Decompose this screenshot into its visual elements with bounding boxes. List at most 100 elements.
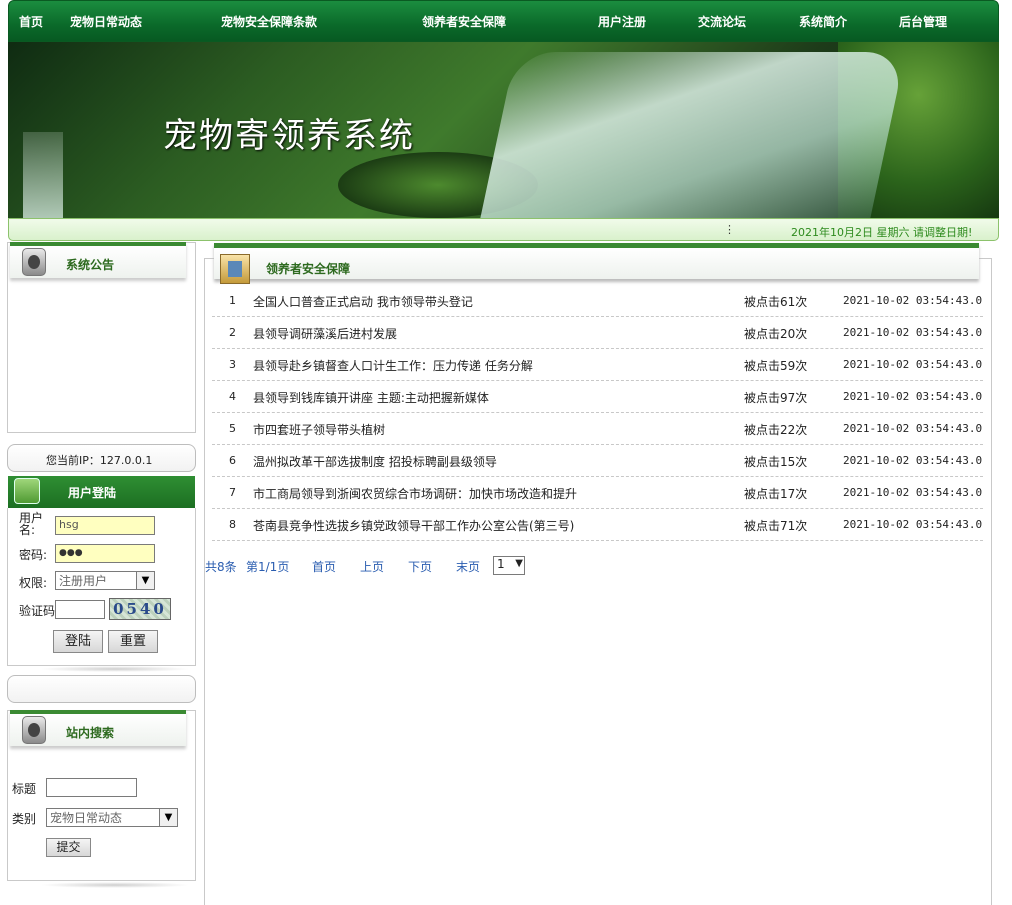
row-title-link[interactable]: 县领导到钱库镇开讲座 主题:主动把握新媒体 [253,389,489,406]
banner-waterfall [480,52,906,218]
row-date: 2021-10-02 03:54:43.0 [843,294,983,307]
username-input[interactable]: hsg [55,516,155,535]
search-category-select[interactable]: 宠物日常动态 ▼ [46,808,178,827]
pager-next-link[interactable]: 下页 [408,558,432,575]
nav-pet-daily[interactable]: 宠物日常动态 [70,13,142,30]
username-label: 用户名: [19,511,44,537]
row-number: 1 [229,294,236,307]
notice-header: 系统公告 [10,242,186,278]
row-date: 2021-10-02 03:54:43.0 [843,422,983,435]
marquee-date: 2021年10月2日 星期六 请调整日期! [791,226,973,239]
table-row: 1 全国人口普查正式启动 我市领导带头登记 被点击61次 2021-10-02 … [212,285,983,317]
page-select-value: 1 [497,557,505,571]
pager-page: 第1/1页 [246,560,290,574]
row-number: 4 [229,390,236,403]
row-date: 2021-10-02 03:54:43.0 [843,486,983,499]
main-title: 领养者安全保障 [266,262,351,276]
password-label: 密码: [19,548,48,562]
row-number: 7 [229,486,236,499]
login-header: 用户登陆 [8,476,195,508]
nav-forum[interactable]: 交流论坛 [698,13,746,30]
row-number: 6 [229,454,236,467]
speaker-icon [22,248,46,276]
password-input[interactable]: ●●● [55,544,155,563]
row-number: 5 [229,422,236,435]
row-clicks: 被点击20次 [744,327,808,341]
row-clicks: 被点击59次 [744,359,808,373]
search-submit-button[interactable]: 提交 [46,838,91,857]
nav-pet-safety-terms[interactable]: 宠物安全保障条款 [221,13,317,30]
speaker-icon [22,716,46,744]
banner: 宠物寄领养系统 [8,42,999,218]
row-clicks: 被点击17次 [744,487,808,501]
nav-admin[interactable]: 后台管理 [899,13,947,30]
table-row: 2 县领导调研藻溪后进村发展 被点击20次 2021-10-02 03:54:4… [212,317,983,349]
table-row: 3 县领导赴乡镇督查人口计生工作：压力传递 任务分解 被点击59次 2021-1… [212,349,983,381]
top-nav: 首页 宠物日常动态 宠物安全保障条款 领养者安全保障 用户注册 交流论坛 系统简… [8,0,999,42]
page-select[interactable]: 1 ▼ [493,556,525,575]
row-number: 2 [229,326,236,339]
ip-box: 您当前IP：127.0.0.1 [7,444,196,472]
divider [40,666,190,672]
row-number: 8 [229,518,236,531]
chevron-down-icon: ▼ [136,572,154,589]
search-header: 站内搜索 [10,710,186,746]
captcha-image[interactable]: 0540 [109,598,171,620]
captcha-input[interactable] [55,600,105,619]
row-title-link[interactable]: 市工商局领导到浙闽农贸综合市场调研：加快市场改造和提升 [253,485,577,502]
row-number: 3 [229,358,236,371]
user-icon [14,478,40,504]
row-title-link[interactable]: 温州拟改革干部选拔制度 招投标聘副县级领导 [253,453,497,470]
row-date: 2021-10-02 03:54:43.0 [843,358,983,371]
site-title: 宠物寄领养系统 [163,116,415,156]
pager-first-link[interactable]: 首页 [312,558,336,575]
row-date: 2021-10-02 03:54:43.0 [843,390,983,403]
row-clicks: 被点击22次 [744,423,808,437]
divider [40,882,190,888]
row-clicks: 被点击61次 [744,295,808,309]
main-header: 领养者安全保障 [214,243,979,284]
captcha-label: 验证码 [19,604,56,618]
table-row: 4 县领导到钱库镇开讲座 主题:主动把握新媒体 被点击97次 2021-10-0… [212,381,983,413]
pager-total: 共8条 [205,560,237,574]
search-category-label: 类别 [12,812,37,826]
row-title-link[interactable]: 县领导调研藻溪后进村发展 [253,325,397,342]
row-title-link[interactable]: 县领导赴乡镇督查人口计生工作：压力传递 任务分解 [253,357,533,374]
row-clicks: 被点击97次 [744,391,808,405]
row-title-link[interactable]: 市四套班子领导带头植树 [253,421,385,438]
notice-title: 系统公告 [66,258,115,272]
role-value: 注册用户 [59,574,108,588]
table-row: 5 市四套班子领导带头植树 被点击22次 2021-10-02 03:54:43… [212,413,983,445]
login-button[interactable]: 登陆 [53,630,103,653]
picture-icon [220,254,250,284]
nav-about[interactable]: 系统简介 [799,13,847,30]
role-label: 权限: [19,576,48,590]
reset-button[interactable]: 重置 [108,630,158,653]
row-date: 2021-10-02 03:54:43.0 [843,326,983,339]
table-row: 8 苍南县竞争性选拔乡镇党政领导干部工作办公室公告(第三号) 被点击71次 20… [212,509,983,541]
pager-last-link[interactable]: 末页 [456,558,480,575]
row-title-link[interactable]: 苍南县竞争性选拔乡镇党政领导干部工作办公室公告(第三号) [253,517,574,534]
role-select[interactable]: 注册用户 ▼ [55,571,155,590]
row-title-link[interactable]: 全国人口普查正式启动 我市领导带头登记 [253,293,473,310]
table-row: 7 市工商局领导到浙闽农贸综合市场调研：加快市场改造和提升 被点击17次 202… [212,477,983,509]
nav-home[interactable]: 首页 [19,13,43,30]
row-clicks: 被点击71次 [744,519,808,533]
nav-adopter-safety[interactable]: 领养者安全保障 [422,13,506,30]
row-clicks: 被点击15次 [744,455,808,469]
ip-text: 您当前IP：127.0.0.1 [46,454,153,467]
row-date: 2021-10-02 03:54:43.0 [843,454,983,467]
chevron-down-icon: ▼ [515,558,523,569]
pager-prev-link[interactable]: 上页 [360,558,384,575]
login-title: 用户登陆 [68,486,117,500]
banner-small-waterfall [23,132,63,218]
search-title: 站内搜索 [66,726,115,740]
search-title-label: 标题 [12,782,37,796]
table-row: 6 温州拟改革干部选拔制度 招投标聘副县级领导 被点击15次 2021-10-0… [212,445,983,477]
nav-register[interactable]: 用户注册 [598,13,646,30]
empty-box [7,675,196,703]
marquee-bar: ⋮ 2021年10月2日 星期六 请调整日期! [8,218,999,241]
row-date: 2021-10-02 03:54:43.0 [843,518,983,531]
chevron-down-icon: ▼ [159,809,177,826]
search-title-input[interactable] [46,778,137,797]
